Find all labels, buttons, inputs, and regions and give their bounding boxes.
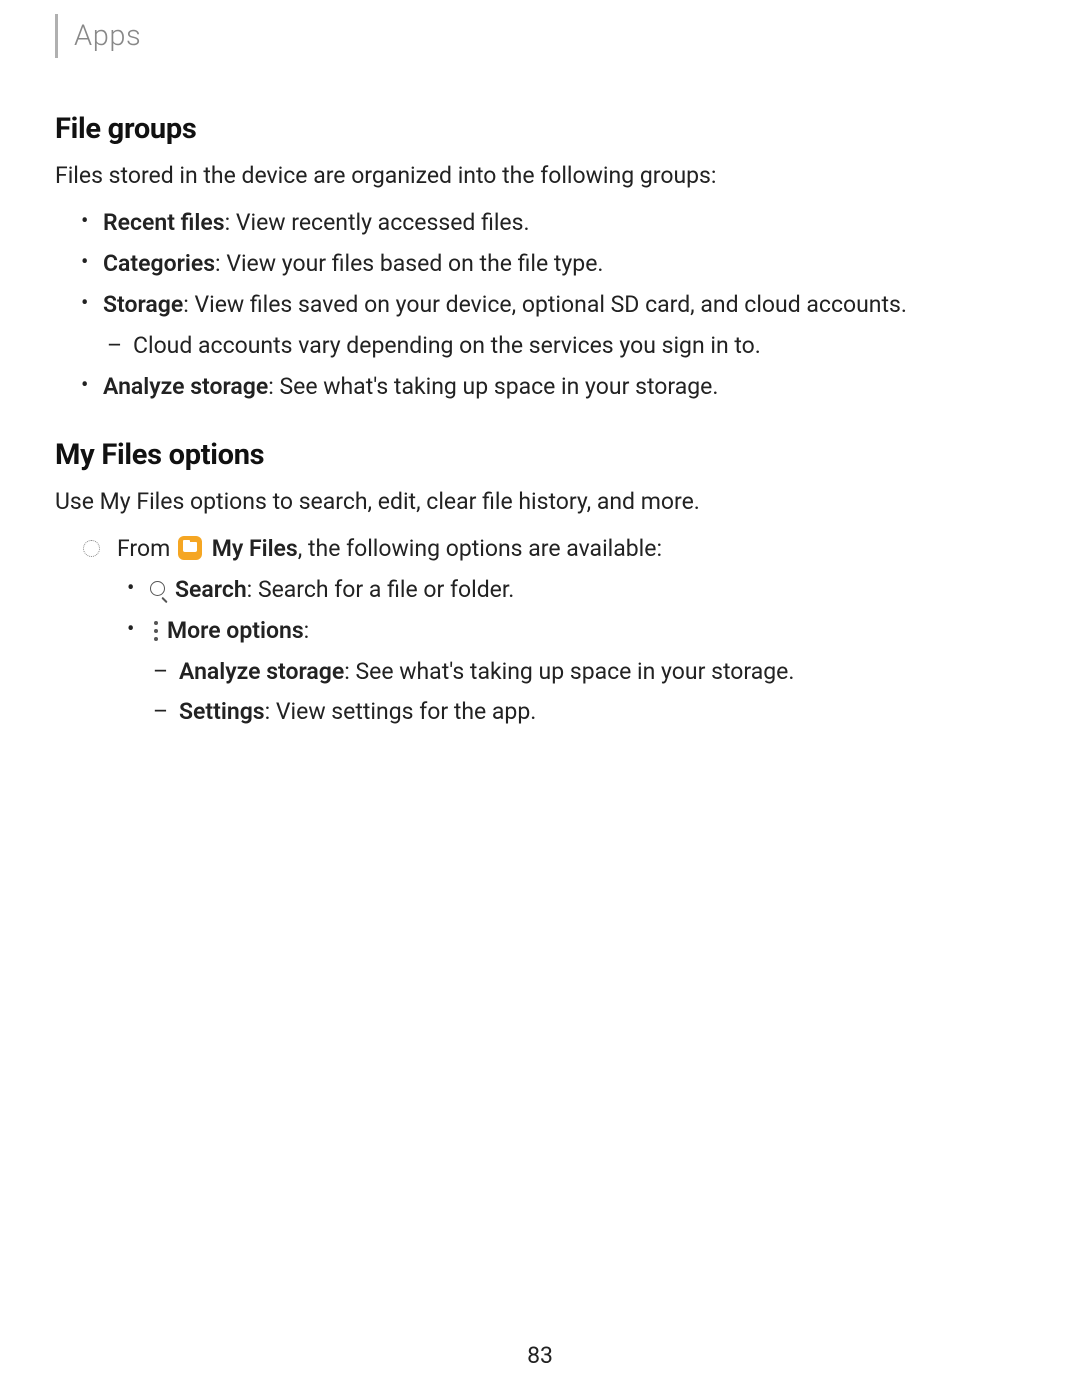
list-item: Storage: View files saved on your device… <box>103 289 1025 361</box>
item-desc: : View your files based on the file type… <box>215 250 603 277</box>
section-heading-file-groups: File groups <box>55 112 1025 146</box>
sub-list: Cloud accounts vary depending on the ser… <box>103 330 1025 361</box>
from-list-item: From My Files, the following options are… <box>117 533 1025 726</box>
sub-option-label: Analyze storage <box>179 658 344 685</box>
list-item: Analyze storage: See what's taking up sp… <box>103 371 1025 402</box>
header-accent-bar <box>55 14 58 58</box>
item-desc: : View recently accessed files. <box>225 209 530 236</box>
item-label: Categories <box>103 250 215 277</box>
from-app-name: My Files <box>212 535 298 562</box>
option-item: Search: Search for a file or folder. <box>149 574 1025 605</box>
option-desc: : Search for a file or folder. <box>247 576 515 603</box>
search-icon <box>149 580 169 600</box>
item-label: Analyze storage <box>103 373 268 400</box>
option-item: More options: Analyze storage: See what'… <box>149 615 1025 726</box>
more-options-icon <box>149 620 163 642</box>
my-files-app-icon <box>178 536 202 560</box>
sub-option-label: Settings <box>179 698 265 725</box>
section-heading-my-files-options: My Files options <box>55 438 1025 472</box>
sub-item-text: Cloud accounts vary depending on the ser… <box>133 332 761 359</box>
from-prefix: From <box>117 535 176 562</box>
item-label: Recent files <box>103 209 225 236</box>
sub-option-desc: : See what's taking up space in your sto… <box>344 658 794 685</box>
list-item: Categories: View your files based on the… <box>103 248 1025 279</box>
options-list: Search: Search for a file or folder. Mor… <box>117 574 1025 726</box>
item-label: Storage <box>103 291 183 318</box>
file-groups-intro: Files stored in the device are organized… <box>55 160 1025 191</box>
more-options-sub-list: Analyze storage: See what's taking up sp… <box>149 656 1025 726</box>
sub-option-item: Settings: View settings for the app. <box>179 696 1025 727</box>
page-number: 83 <box>0 1342 1080 1369</box>
option-label: More options <box>167 617 304 644</box>
from-suffix: , the following options are available: <box>298 535 662 562</box>
my-files-options-intro: Use My Files options to search, edit, cl… <box>55 486 1025 517</box>
page-header: Apps <box>55 0 1025 76</box>
item-desc: : View files saved on your device, optio… <box>183 291 907 318</box>
sub-option-desc: : View settings for the app. <box>265 698 537 725</box>
header-section-label: Apps <box>74 19 141 53</box>
item-desc: : See what's taking up space in your sto… <box>268 373 718 400</box>
option-label: Search <box>175 576 247 603</box>
sub-option-item: Analyze storage: See what's taking up sp… <box>179 656 1025 687</box>
list-item: Recent files: View recently accessed fil… <box>103 207 1025 238</box>
file-groups-list: Recent files: View recently accessed fil… <box>55 207 1025 402</box>
option-desc: : <box>304 617 310 644</box>
sub-list-item: Cloud accounts vary depending on the ser… <box>133 330 1025 361</box>
my-files-from-list: From My Files, the following options are… <box>55 533 1025 726</box>
